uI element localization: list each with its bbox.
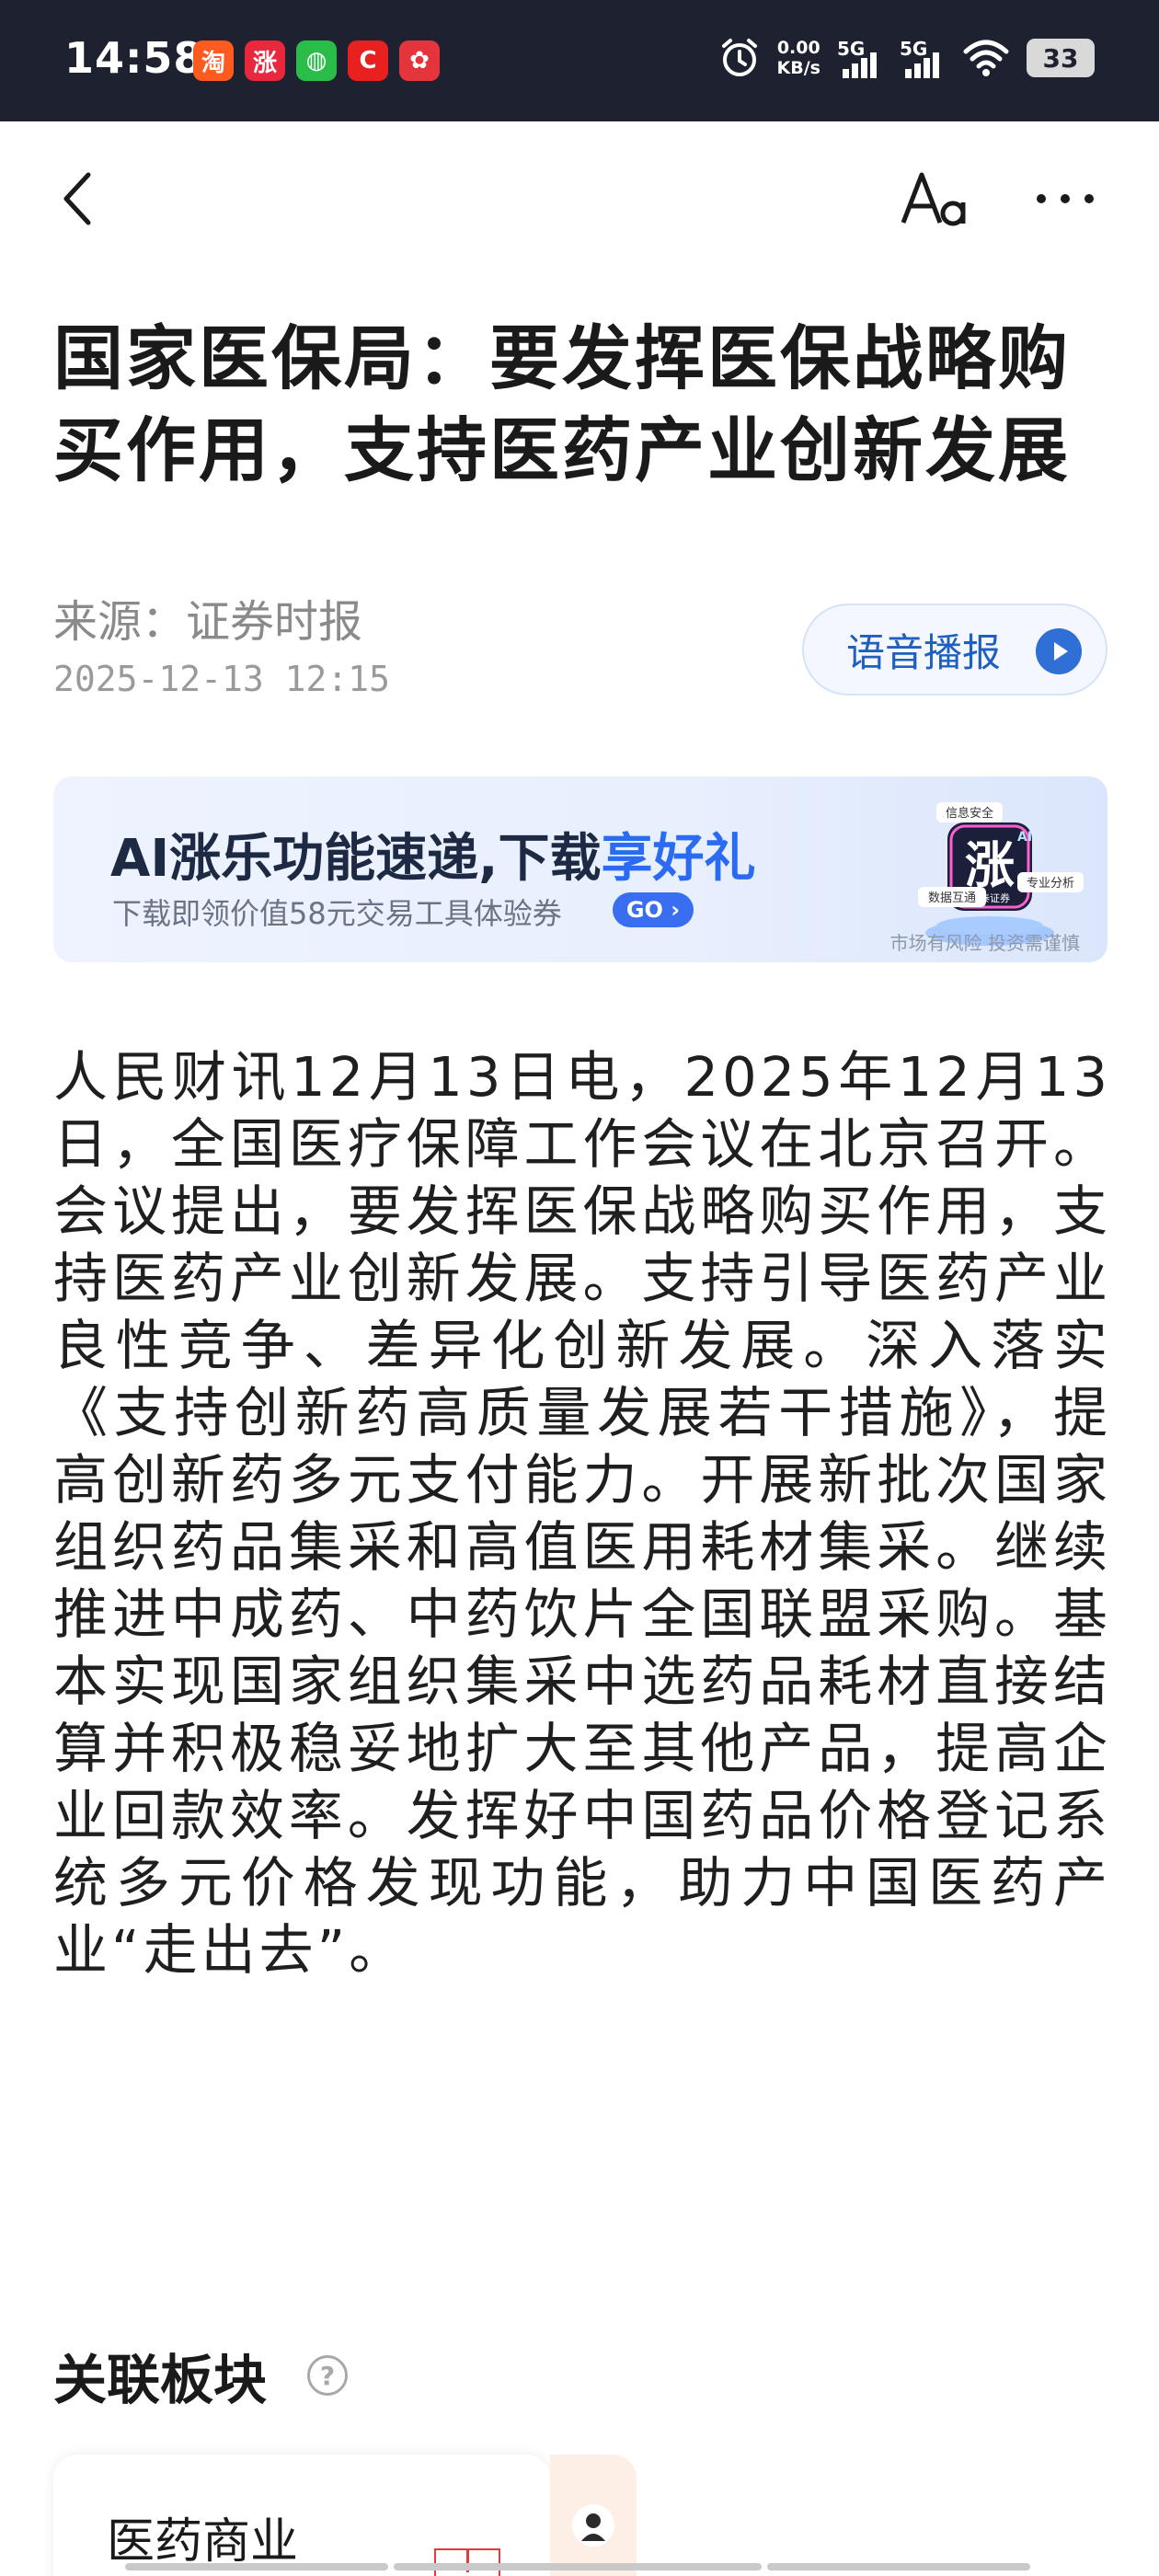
related-sector-label: 医药商业	[107, 2514, 299, 2570]
banner-headline: AI涨乐功能速递,下载享好礼	[110, 817, 755, 891]
banner-headline-text: AI涨乐功能速递,下载	[110, 829, 602, 889]
signal-bars-icon	[843, 52, 877, 78]
related-sectors-title: 关联板块	[53, 2349, 268, 2411]
status-time: 14:58	[64, 33, 204, 83]
banner-headline-highlight: 享好礼	[601, 829, 756, 889]
battery-indicator: 33	[1027, 39, 1095, 77]
back-button[interactable]	[52, 162, 107, 236]
font-size-icon	[901, 172, 966, 226]
notification-app-icons: 淘 涨 ◍ C ✿	[193, 40, 440, 81]
tag-pro-analysis: 专业分析	[1027, 877, 1074, 891]
avatar	[572, 2504, 614, 2547]
related-sector-side-panel[interactable]	[550, 2455, 637, 2576]
c-app-icon: C	[348, 40, 388, 81]
banner-go-button[interactable]: GO ›	[613, 892, 694, 927]
article-title: 国家医保局：要发挥医保战略购买作用，支持医药产业创新发展	[53, 317, 1071, 491]
status-bar: 14:58 淘 涨 ◍ C ✿ 0.00 KB/s 5G 5G 33	[0, 0, 1159, 121]
article-date: 2025-12-13 12:15	[53, 659, 391, 699]
red-app-icon: ✿	[399, 40, 440, 81]
alarm-icon	[721, 39, 757, 76]
play-icon	[1036, 628, 1082, 674]
tag-info-security: 信息安全	[946, 806, 993, 821]
help-icon[interactable]: ?	[307, 2355, 348, 2396]
signal-indicator-2: 5G	[900, 38, 946, 78]
status-indicators: 0.00 KB/s 5G 5G 33	[718, 37, 1095, 79]
net-speed-value: 0.00	[776, 38, 820, 58]
chart-marker-icon	[434, 2548, 500, 2576]
article-body: 人民财讯12月13日电，2025年12月13日，全国医疗保障工作会议在北京召开。…	[53, 1045, 1111, 1982]
signal-bars-icon	[905, 52, 939, 78]
taobao-app-icon: 淘	[193, 40, 234, 81]
banner-subtitle: 下载即领价值58元交易工具体验券	[112, 896, 562, 931]
more-icon	[1037, 194, 1094, 203]
chevron-left-icon	[63, 172, 91, 225]
badge-ai-label: AI	[1017, 830, 1032, 845]
net-speed-unit: KB/s	[776, 58, 820, 78]
more-button[interactable]	[1028, 162, 1102, 236]
net-speed: 0.00 KB/s	[777, 38, 820, 78]
carousel-indicator	[125, 2563, 1030, 2570]
badge-glyph: 涨	[965, 836, 1015, 894]
banner-disclaimer: 市场有风险 投资需谨慎	[889, 932, 1080, 954]
tag-data-sync: 数据互通	[928, 891, 976, 905]
voice-broadcast-button[interactable]: 语音播报	[802, 604, 1107, 696]
article-source: 来源：证券时报	[53, 596, 363, 648]
top-nav	[0, 121, 1159, 269]
font-size-button[interactable]	[898, 162, 971, 236]
zhangle-app-icon: 涨	[245, 40, 285, 81]
wechat-app-icon: ◍	[296, 40, 337, 81]
signal-indicator-1: 5G	[837, 38, 883, 78]
voice-broadcast-label: 语音播报	[846, 629, 1002, 675]
promo-banner[interactable]: AI涨乐功能速递,下载享好礼 下载即领价值58元交易工具体验券 GO › 涨 A…	[53, 776, 1107, 962]
wifi-icon	[963, 40, 1009, 76]
